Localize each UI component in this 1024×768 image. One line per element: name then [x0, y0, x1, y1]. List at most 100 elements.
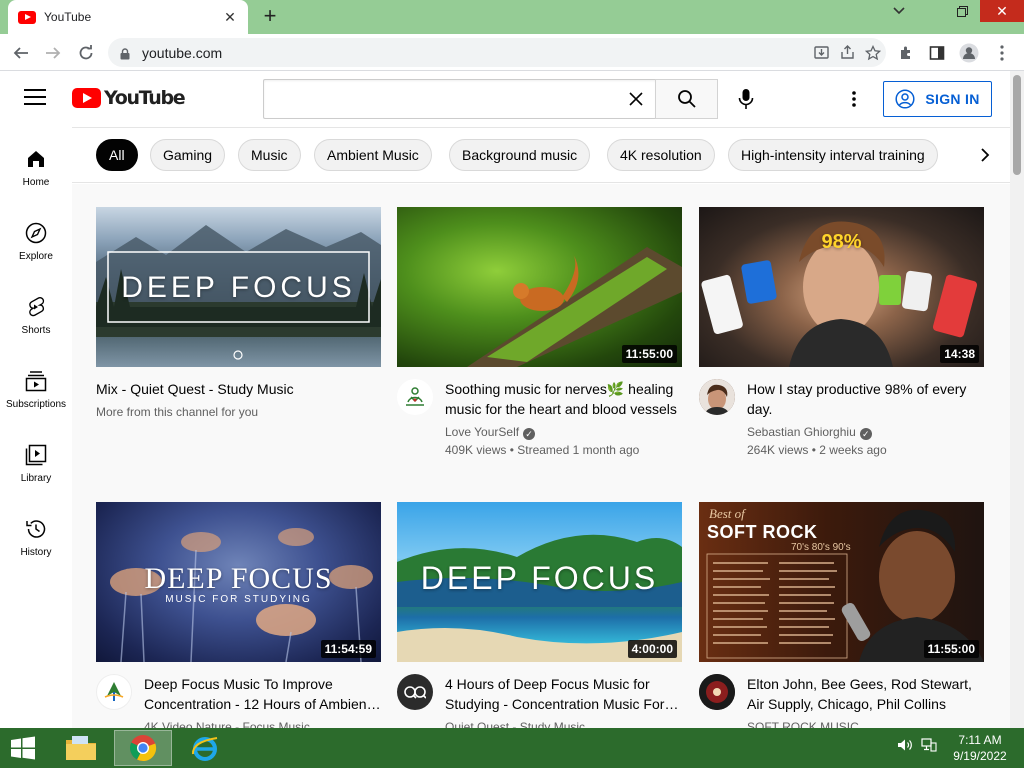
- sidebar-item-shorts[interactable]: Shorts: [0, 275, 72, 347]
- video-duration: 11:54:59: [320, 640, 376, 658]
- restore-window-button[interactable]: [944, 0, 980, 22]
- search-button[interactable]: [655, 79, 718, 119]
- sidebar-item-explore[interactable]: Explore: [0, 201, 72, 273]
- channel-avatar[interactable]: [397, 674, 433, 710]
- clock-date: 9/19/2022: [953, 749, 1007, 763]
- video-thumbnail[interactable]: 98% 14:38: [699, 207, 984, 367]
- sidebar-item-library[interactable]: Library: [0, 423, 72, 495]
- file-explorer-icon[interactable]: [52, 730, 110, 766]
- filter-chips-bar: All Gaming Music Ambient Music Backgroun…: [72, 127, 1010, 183]
- share-icon[interactable]: [834, 40, 860, 66]
- channel-avatar[interactable]: [699, 379, 735, 415]
- chip-background-music[interactable]: Background music: [449, 139, 591, 171]
- tab-search-chevron-icon[interactable]: [880, 0, 918, 22]
- youtube-logo[interactable]: YouTube: [72, 87, 186, 109]
- extensions-puzzle-icon[interactable]: [893, 40, 919, 66]
- page-scrollbar[interactable]: [1010, 71, 1024, 728]
- forward-arrow-icon[interactable]: [40, 40, 66, 66]
- sidebar-item-label: History: [20, 547, 52, 558]
- video-thumbnail[interactable]: DEEP FOCUS: [96, 207, 381, 367]
- reload-icon[interactable]: [73, 40, 99, 66]
- sidebar-item-subscriptions[interactable]: Subscriptions: [0, 349, 72, 421]
- channel-name[interactable]: 4K Video Nature - Focus Music: [144, 718, 381, 728]
- channel-avatar[interactable]: [699, 674, 735, 710]
- browser-menu-icon[interactable]: [989, 40, 1015, 66]
- video-thumbnail[interactable]: DEEP FOCUS MUSIC FOR STUDYING 11:54:59: [96, 502, 381, 662]
- library-icon: [24, 443, 48, 467]
- video-card[interactable]: DEEP FOCUS Mix - Quiet Quest - Study Mus…: [96, 207, 381, 421]
- volume-icon[interactable]: [897, 738, 913, 755]
- tab-close-icon[interactable]: ✕: [222, 9, 238, 26]
- sidebar-item-home[interactable]: Home: [0, 127, 72, 199]
- taskbar-clock[interactable]: 7:11 AM 9/19/2022: [940, 732, 1020, 764]
- browser-tabstrip: YouTube ✕ + ✕: [0, 0, 1024, 34]
- video-title[interactable]: Elton John, Bee Gees, Rod Stewart, Air S…: [747, 674, 984, 714]
- chip-ambient-music[interactable]: Ambient Music: [314, 139, 432, 171]
- settings-more-icon[interactable]: [840, 85, 868, 113]
- chip-gaming[interactable]: Gaming: [150, 139, 226, 171]
- video-title[interactable]: How I stay productive 98% of every day.: [747, 379, 984, 419]
- video-duration: 11:55:00: [923, 640, 979, 658]
- video-card[interactable]: 98% 14:38 How I stay productive 98% of e…: [699, 207, 984, 459]
- sidebar-item-label: Library: [20, 473, 52, 484]
- back-arrow-icon[interactable]: [8, 40, 34, 66]
- chrome-taskbar-icon[interactable]: [114, 730, 172, 766]
- close-window-button[interactable]: ✕: [980, 0, 1024, 22]
- youtube-header: YouTube SIGN IN: [0, 71, 1010, 127]
- video-title[interactable]: Mix - Quiet Quest - Study Music: [96, 379, 381, 399]
- clock-time: 7:11 AM: [958, 733, 1002, 747]
- screen: YouTube ✕ + ✕ youtube.com YouTube SIGN I…: [0, 0, 1024, 768]
- sidebar-item-history[interactable]: History: [0, 497, 72, 569]
- video-thumbnail[interactable]: 11:55:00: [397, 207, 682, 367]
- chip-all[interactable]: All: [96, 139, 138, 171]
- chip-music[interactable]: Music: [238, 139, 301, 171]
- url-text: youtube.com: [142, 44, 223, 61]
- profile-avatar-icon[interactable]: [956, 40, 982, 66]
- guide-menu-icon[interactable]: [24, 89, 46, 107]
- video-thumbnail[interactable]: DEEP FOCUS 4:00:00: [397, 502, 682, 662]
- channel-name[interactable]: More from this channel for you: [96, 403, 381, 421]
- windows-start-icon[interactable]: [8, 736, 38, 760]
- thumbnail-subcaption: 70's 80's 90's: [791, 542, 851, 553]
- lock-icon[interactable]: [120, 47, 130, 59]
- voice-search-button[interactable]: [728, 83, 764, 115]
- side-panel-icon[interactable]: [924, 40, 950, 66]
- new-tab-button[interactable]: +: [258, 4, 282, 28]
- channel-name[interactable]: Love YourSelf: [445, 425, 519, 439]
- address-bar[interactable]: youtube.com: [108, 38, 886, 67]
- video-title[interactable]: Soothing music for nerves🌿 healing music…: [445, 379, 682, 419]
- search-box: [263, 79, 656, 119]
- sign-in-button[interactable]: SIGN IN: [883, 81, 992, 117]
- clear-search-icon[interactable]: [616, 80, 656, 118]
- video-duration: 14:38: [940, 345, 979, 363]
- verified-check-icon: ✓: [523, 428, 536, 440]
- channel-name[interactable]: SOFT ROCK MUSIC: [747, 718, 984, 728]
- chip-hiit[interactable]: High-intensity interval training: [728, 139, 938, 171]
- youtube-wordmark: YouTube: [104, 87, 186, 109]
- network-icon[interactable]: [921, 738, 937, 755]
- video-stats: 264K views • 2 weeks ago: [747, 443, 887, 457]
- browser-toolbar: youtube.com: [0, 34, 1024, 71]
- video-card[interactable]: DEEP FOCUS MUSIC FOR STUDYING 11:54:59 D…: [96, 502, 381, 728]
- browser-tab-youtube[interactable]: YouTube ✕: [8, 0, 248, 34]
- video-thumbnail[interactable]: Best of SOFT ROCK 70's 80's 90's 11:55:0…: [699, 502, 984, 662]
- video-card[interactable]: 11:55:00 Soothing music for nerves🌿 heal…: [397, 207, 682, 459]
- video-card[interactable]: DEEP FOCUS 4:00:00 4 Hours of Deep Focus…: [397, 502, 682, 728]
- search-input[interactable]: [264, 80, 616, 118]
- compass-icon: [24, 221, 48, 245]
- chevron-right-icon[interactable]: [968, 138, 1002, 172]
- channel-name[interactable]: Quiet Quest - Study Music: [445, 718, 682, 728]
- video-title[interactable]: Deep Focus Music To Improve Concentratio…: [144, 674, 381, 714]
- video-title[interactable]: 4 Hours of Deep Focus Music for Studying…: [445, 674, 682, 714]
- windows-taskbar: 7:11 AM 9/19/2022: [0, 728, 1024, 768]
- chip-4k-resolution[interactable]: 4K resolution: [607, 139, 715, 171]
- video-card[interactable]: Best of SOFT ROCK 70's 80's 90's 11:55:0…: [699, 502, 984, 728]
- install-app-icon[interactable]: [808, 40, 834, 66]
- channel-name[interactable]: Sebastian Ghiorghiu: [747, 425, 856, 439]
- internet-explorer-icon[interactable]: [176, 730, 234, 766]
- channel-avatar[interactable]: [397, 379, 433, 415]
- scrollbar-thumb[interactable]: [1013, 75, 1021, 175]
- video-grid: DEEP FOCUS Mix - Quiet Quest - Study Mus…: [72, 184, 1010, 728]
- bookmark-star-icon[interactable]: [860, 40, 886, 66]
- channel-avatar[interactable]: [96, 674, 132, 710]
